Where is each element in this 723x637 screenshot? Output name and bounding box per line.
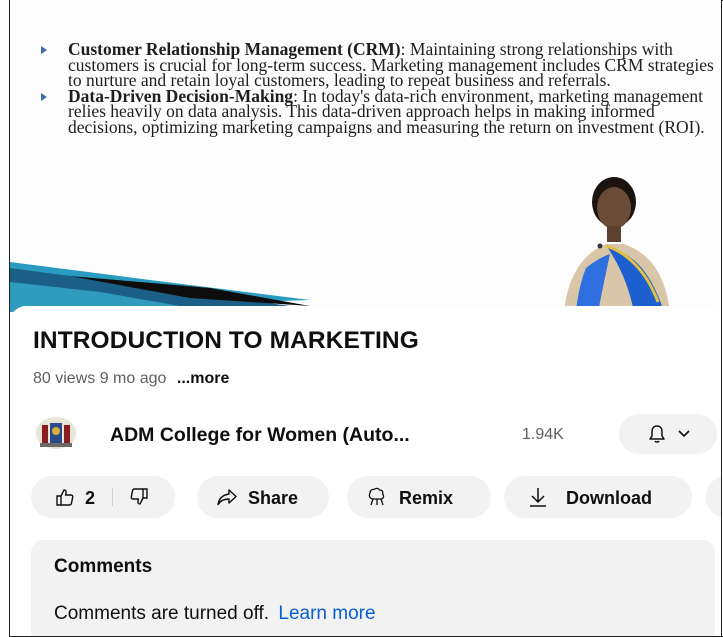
like-divider xyxy=(112,488,113,506)
video-player[interactable]: Customer Relationship Management (CRM): … xyxy=(10,0,721,312)
notification-button[interactable] xyxy=(619,414,717,454)
share-label: Share xyxy=(248,488,299,508)
channel-row: ADM College for Women (Auto... 1.94K xyxy=(32,413,721,457)
more-actions-button[interactable] xyxy=(706,476,721,518)
download-label: Download xyxy=(566,488,652,508)
download-icon xyxy=(530,488,546,507)
learn-more-link[interactable]: Learn more xyxy=(278,603,375,624)
bullet-marker-icon xyxy=(41,46,47,54)
like-dislike-group: 2 xyxy=(31,476,175,518)
video-title: INTRODUCTION TO MARKETING xyxy=(33,327,419,354)
download-button[interactable]: Download xyxy=(504,476,692,518)
slide-content: Customer Relationship Management (CRM): … xyxy=(36,40,716,135)
share-button[interactable]: Share xyxy=(197,476,329,518)
app-frame: Customer Relationship Management (CRM): … xyxy=(9,0,722,636)
like-count: 2 xyxy=(85,488,96,508)
like-icon[interactable] xyxy=(55,487,75,507)
action-bar: 2 Share Remix Download xyxy=(10,476,721,520)
bell-icon xyxy=(649,425,665,443)
comments-status-text: Comments are turned off. xyxy=(54,603,270,624)
share-icon xyxy=(217,489,237,506)
chevron-down-icon xyxy=(678,430,690,438)
dislike-icon[interactable] xyxy=(129,487,149,507)
channel-name[interactable]: ADM College for Women (Auto... xyxy=(110,424,410,447)
slide-bullet: Customer Relationship Management (CRM): … xyxy=(36,40,716,89)
channel-avatar[interactable] xyxy=(32,413,80,453)
remix-label: Remix xyxy=(399,488,454,508)
more-link[interactable]: ...more xyxy=(177,370,229,387)
bullet-marker-icon xyxy=(41,92,47,101)
remix-button[interactable]: Remix xyxy=(347,476,491,518)
comments-heading: Comments xyxy=(54,556,153,577)
upload-age: 9 mo ago xyxy=(99,370,167,387)
subscriber-count: 1.94K xyxy=(522,426,564,443)
slide-bullet: Data-Driven Decision-Making: In today's … xyxy=(36,87,716,135)
remix-icon xyxy=(368,487,385,506)
comments-status: Comments are turned off. Learn more xyxy=(54,603,376,625)
presenter-image xyxy=(564,177,670,312)
comments-panel[interactable]: Comments Comments are turned off. Learn … xyxy=(31,540,715,636)
view-count: 80 views xyxy=(33,370,96,387)
video-meta[interactable]: 80 views 9 mo ago ...more xyxy=(33,370,229,388)
